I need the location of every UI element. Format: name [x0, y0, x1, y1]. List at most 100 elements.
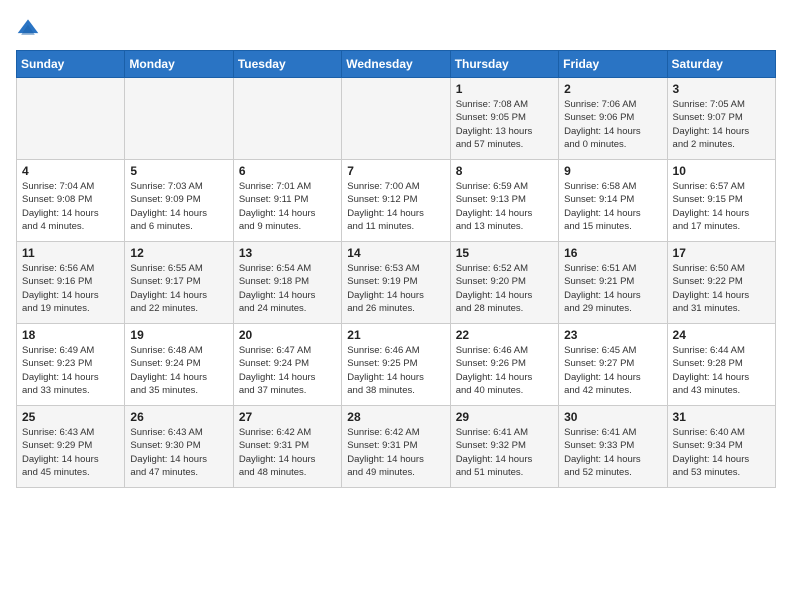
day-number: 18 [22, 328, 119, 342]
calendar-cell: 16 Sunrise: 6:51 AM Sunset: 9:21 PM Dayli… [559, 242, 667, 324]
calendar-cell: 30 Sunrise: 6:41 AM Sunset: 9:33 PM Dayli… [559, 406, 667, 488]
calendar-cell: 22 Sunrise: 6:46 AM Sunset: 9:26 PM Dayli… [450, 324, 558, 406]
day-number: 1 [456, 82, 553, 96]
calendar-cell: 29 Sunrise: 6:41 AM Sunset: 9:32 PM Dayli… [450, 406, 558, 488]
calendar-cell: 6 Sunrise: 7:01 AM Sunset: 9:11 PM Daylig… [233, 160, 341, 242]
day-number: 10 [673, 164, 770, 178]
week-row-5: 25 Sunrise: 6:43 AM Sunset: 9:29 PM Dayli… [17, 406, 776, 488]
day-info: Sunrise: 6:47 AM Sunset: 9:24 PM Dayligh… [239, 344, 336, 397]
calendar-cell: 17Sunrise: 6:50 AM Sunset: 9:22 PM Dayli… [667, 242, 775, 324]
day-info: Sunrise: 6:59 AM Sunset: 9:13 PM Dayligh… [456, 180, 553, 233]
calendar-cell: 27 Sunrise: 6:42 AM Sunset: 9:31 PM Dayli… [233, 406, 341, 488]
calendar-table: SundayMondayTuesdayWednesdayThursdayFrid… [16, 50, 776, 488]
calendar-cell: 8Sunrise: 6:59 AM Sunset: 9:13 PM Daylig… [450, 160, 558, 242]
calendar-cell: 18 Sunrise: 6:49 AM Sunset: 9:23 PM Dayli… [17, 324, 125, 406]
day-number: 13 [239, 246, 336, 260]
day-info: Sunrise: 6:42 AM Sunset: 9:31 PM Dayligh… [239, 426, 336, 479]
day-info: Sunrise: 6:41 AM Sunset: 9:32 PM Dayligh… [456, 426, 553, 479]
calendar-cell: 25 Sunrise: 6:43 AM Sunset: 9:29 PM Dayli… [17, 406, 125, 488]
day-number: 11 [22, 246, 119, 260]
logo-icon [16, 16, 40, 40]
day-number: 26 [130, 410, 227, 424]
week-row-4: 18 Sunrise: 6:49 AM Sunset: 9:23 PM Dayli… [17, 324, 776, 406]
calendar-cell: 2Sunrise: 7:06 AM Sunset: 9:06 PM Daylig… [559, 78, 667, 160]
day-number: 23 [564, 328, 661, 342]
day-info: Sunrise: 6:42 AM Sunset: 9:31 PM Dayligh… [347, 426, 444, 479]
day-info: Sunrise: 6:58 AM Sunset: 9:14 PM Dayligh… [564, 180, 661, 233]
calendar-cell: 4 Sunrise: 7:04 AM Sunset: 9:08 PM Daylig… [17, 160, 125, 242]
day-info: Sunrise: 6:46 AM Sunset: 9:25 PM Dayligh… [347, 344, 444, 397]
day-info: Sunrise: 6:51 AM Sunset: 9:21 PM Dayligh… [564, 262, 661, 315]
calendar-cell: 31Sunrise: 6:40 AM Sunset: 9:34 PM Dayli… [667, 406, 775, 488]
day-number: 2 [564, 82, 661, 96]
week-row-3: 11 Sunrise: 6:56 AM Sunset: 9:16 PM Dayli… [17, 242, 776, 324]
day-info: Sunrise: 6:40 AM Sunset: 9:34 PM Dayligh… [673, 426, 770, 479]
day-number: 4 [22, 164, 119, 178]
day-number: 25 [22, 410, 119, 424]
day-number: 5 [130, 164, 227, 178]
calendar-cell [233, 78, 341, 160]
day-number: 15 [456, 246, 553, 260]
day-info: Sunrise: 6:50 AM Sunset: 9:22 PM Dayligh… [673, 262, 770, 315]
calendar-cell [342, 78, 450, 160]
day-info: Sunrise: 6:41 AM Sunset: 9:33 PM Dayligh… [564, 426, 661, 479]
calendar-cell: 7 Sunrise: 7:00 AM Sunset: 9:12 PM Daylig… [342, 160, 450, 242]
calendar-cell: 13 Sunrise: 6:54 AM Sunset: 9:18 PM Dayli… [233, 242, 341, 324]
calendar-cell: 26Sunrise: 6:43 AM Sunset: 9:30 PM Dayli… [125, 406, 233, 488]
weekday-header-wednesday: Wednesday [342, 51, 450, 78]
day-number: 6 [239, 164, 336, 178]
day-number: 22 [456, 328, 553, 342]
day-info: Sunrise: 6:43 AM Sunset: 9:29 PM Dayligh… [22, 426, 119, 479]
day-number: 30 [564, 410, 661, 424]
calendar-cell: 15 Sunrise: 6:52 AM Sunset: 9:20 PM Dayli… [450, 242, 558, 324]
logo [16, 16, 44, 40]
day-number: 12 [130, 246, 227, 260]
calendar-cell: 21 Sunrise: 6:46 AM Sunset: 9:25 PM Dayli… [342, 324, 450, 406]
day-info: Sunrise: 6:44 AM Sunset: 9:28 PM Dayligh… [673, 344, 770, 397]
calendar-cell: 1Sunrise: 7:08 AM Sunset: 9:05 PM Daylig… [450, 78, 558, 160]
day-number: 3 [673, 82, 770, 96]
calendar-cell: 19 Sunrise: 6:48 AM Sunset: 9:24 PM Dayli… [125, 324, 233, 406]
day-info: Sunrise: 6:55 AM Sunset: 9:17 PM Dayligh… [130, 262, 227, 315]
day-info: Sunrise: 7:01 AM Sunset: 9:11 PM Dayligh… [239, 180, 336, 233]
calendar-body: 1Sunrise: 7:08 AM Sunset: 9:05 PM Daylig… [17, 78, 776, 488]
day-number: 16 [564, 246, 661, 260]
day-info: Sunrise: 7:04 AM Sunset: 9:08 PM Dayligh… [22, 180, 119, 233]
day-number: 28 [347, 410, 444, 424]
calendar-cell: 10 Sunrise: 6:57 AM Sunset: 9:15 PM Dayli… [667, 160, 775, 242]
day-info: Sunrise: 6:56 AM Sunset: 9:16 PM Dayligh… [22, 262, 119, 315]
day-info: Sunrise: 6:49 AM Sunset: 9:23 PM Dayligh… [22, 344, 119, 397]
calendar-cell: 23 Sunrise: 6:45 AM Sunset: 9:27 PM Dayli… [559, 324, 667, 406]
day-number: 29 [456, 410, 553, 424]
calendar-cell: 28 Sunrise: 6:42 AM Sunset: 9:31 PM Dayli… [342, 406, 450, 488]
day-info: Sunrise: 6:54 AM Sunset: 9:18 PM Dayligh… [239, 262, 336, 315]
day-number: 20 [239, 328, 336, 342]
weekday-header-monday: Monday [125, 51, 233, 78]
calendar-cell: 9Sunrise: 6:58 AM Sunset: 9:14 PM Daylig… [559, 160, 667, 242]
day-number: 7 [347, 164, 444, 178]
day-info: Sunrise: 6:45 AM Sunset: 9:27 PM Dayligh… [564, 344, 661, 397]
day-number: 24 [673, 328, 770, 342]
weekday-row: SundayMondayTuesdayWednesdayThursdayFrid… [17, 51, 776, 78]
week-row-2: 4 Sunrise: 7:04 AM Sunset: 9:08 PM Daylig… [17, 160, 776, 242]
day-info: Sunrise: 6:48 AM Sunset: 9:24 PM Dayligh… [130, 344, 227, 397]
day-info: Sunrise: 7:05 AM Sunset: 9:07 PM Dayligh… [673, 98, 770, 151]
weekday-header-sunday: Sunday [17, 51, 125, 78]
day-number: 19 [130, 328, 227, 342]
day-number: 27 [239, 410, 336, 424]
week-row-1: 1Sunrise: 7:08 AM Sunset: 9:05 PM Daylig… [17, 78, 776, 160]
calendar-cell: 24 Sunrise: 6:44 AM Sunset: 9:28 PM Dayli… [667, 324, 775, 406]
day-info: Sunrise: 6:46 AM Sunset: 9:26 PM Dayligh… [456, 344, 553, 397]
calendar-cell [125, 78, 233, 160]
day-info: Sunrise: 6:57 AM Sunset: 9:15 PM Dayligh… [673, 180, 770, 233]
day-info: Sunrise: 6:52 AM Sunset: 9:20 PM Dayligh… [456, 262, 553, 315]
weekday-header-tuesday: Tuesday [233, 51, 341, 78]
weekday-header-thursday: Thursday [450, 51, 558, 78]
calendar-cell: 3 Sunrise: 7:05 AM Sunset: 9:07 PM Daylig… [667, 78, 775, 160]
weekday-header-saturday: Saturday [667, 51, 775, 78]
day-number: 21 [347, 328, 444, 342]
day-info: Sunrise: 7:00 AM Sunset: 9:12 PM Dayligh… [347, 180, 444, 233]
calendar-cell: 12 Sunrise: 6:55 AM Sunset: 9:17 PM Dayli… [125, 242, 233, 324]
day-info: Sunrise: 6:53 AM Sunset: 9:19 PM Dayligh… [347, 262, 444, 315]
calendar-header: SundayMondayTuesdayWednesdayThursdayFrid… [17, 51, 776, 78]
